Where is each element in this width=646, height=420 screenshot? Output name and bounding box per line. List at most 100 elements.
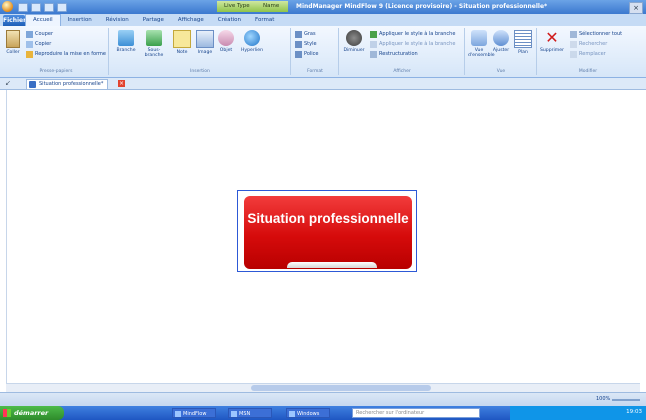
find-button[interactable]: Rechercher (570, 40, 607, 48)
clock: 19:03 (626, 409, 642, 415)
filter-icon (346, 30, 362, 46)
tab-format[interactable]: Format (248, 15, 281, 26)
paintbrush-icon (26, 50, 33, 58)
scrollbar-thumb[interactable] (251, 385, 431, 391)
find-icon (570, 40, 577, 48)
window-title: MindManager MindFlow 9 (Licence provisoi… (296, 3, 548, 10)
app-orb-icon[interactable] (2, 1, 13, 12)
mindflow-icon (175, 411, 181, 417)
style-button[interactable]: Style (295, 40, 317, 48)
clipboard-icon (6, 30, 20, 48)
tab-insert[interactable]: Insertion (61, 15, 99, 26)
restructure-button[interactable]: Restructuration (370, 50, 418, 58)
topic-icon (118, 30, 134, 46)
tab-review[interactable]: Révision (99, 15, 136, 26)
style-icon (295, 40, 302, 48)
cut-button[interactable]: Couper (26, 30, 53, 38)
apply-style-branch-button[interactable]: Appliquer le style à la branche (370, 30, 455, 38)
topic-button[interactable]: Branche (114, 30, 138, 53)
group-label-editing: Modifier (578, 69, 598, 74)
copy-button[interactable]: Copier (26, 40, 51, 48)
paste-button[interactable]: Coller (4, 30, 22, 55)
hyperlink-button[interactable]: Hyperlien (238, 30, 266, 53)
group-format: Gras Style Police Format (292, 28, 339, 75)
group-view: Vue d'ensemble Ajuster Plan Vue (466, 28, 537, 75)
font-icon (295, 50, 302, 58)
tab-view[interactable]: Affichage (171, 15, 211, 26)
system-tray: 19:03 (510, 406, 646, 420)
tab-share[interactable]: Partage (136, 15, 171, 26)
group-focus: Diminuer Appliquer le style à la branche… (340, 28, 465, 75)
quick-access-toolbar (18, 3, 67, 12)
central-topic-bottom-tab (287, 262, 377, 268)
branch-style-icon (370, 30, 377, 38)
document-tab-strip: ↙ Situation professionnelle* × (0, 78, 646, 90)
outline-icon (514, 30, 532, 48)
replace-icon (570, 50, 577, 58)
overview-icon (471, 30, 487, 46)
redo-icon[interactable] (44, 3, 54, 12)
contextual-tab-name[interactable]: Name (256, 1, 288, 12)
branch-style-icon-2 (370, 40, 377, 48)
undo-icon[interactable] (31, 3, 41, 12)
tab-file[interactable]: Fichier (3, 15, 26, 26)
fit-icon (493, 30, 509, 46)
taskbar-item-windows[interactable]: Windows (286, 408, 330, 418)
image-button[interactable]: Image (194, 30, 216, 55)
restructure-icon (370, 50, 377, 58)
group-label-clipboard: Presse-papiers (39, 69, 73, 74)
delete-button[interactable]: ✕ Supprimer (538, 28, 566, 54)
group-label-format: Format (307, 69, 323, 74)
select-all-icon (570, 30, 577, 38)
status-bar: 100% (0, 392, 646, 407)
bold-button[interactable]: Gras (295, 30, 316, 38)
group-editing: ✕ Supprimer Sélectionner tout Rechercher… (538, 28, 638, 75)
fit-button[interactable]: Ajuster (490, 30, 512, 53)
tab-design[interactable]: Création (211, 15, 248, 26)
globe-icon (244, 30, 260, 46)
map-canvas[interactable]: Situation professionnelle (6, 90, 641, 383)
ribbon-body: Coller Couper Copier Reproduire la mise … (0, 26, 646, 78)
zoom-slider[interactable] (612, 399, 640, 401)
zoom-level: 100% (596, 396, 611, 402)
tab-scroll-arrow-icon[interactable]: ↙ (5, 79, 11, 87)
object-icon (218, 30, 234, 46)
apply-style-branch-button-2[interactable]: Appliquer le style à la branche (370, 40, 455, 48)
windows-flag-icon (3, 409, 11, 417)
contextual-tab-live-type[interactable]: Live Type (217, 1, 257, 12)
taskbar-search-input[interactable]: Rechercher sur l'ordinateur (352, 408, 480, 418)
print-icon[interactable] (57, 3, 67, 12)
outline-button[interactable]: Plan (512, 30, 534, 55)
document-tab-close-button[interactable]: × (118, 80, 125, 87)
notes-icon (173, 30, 191, 48)
group-label-view: Vue (496, 69, 506, 74)
start-button[interactable]: démarrer (0, 406, 64, 420)
group-label-insert: Insertion (190, 69, 210, 74)
taskbar-item-mindflow[interactable]: MindFlow (172, 408, 216, 418)
format-painter-button[interactable]: Reproduire la mise en forme (26, 50, 106, 58)
delete-x-icon: ✕ (545, 28, 559, 47)
notes-button[interactable]: Note (172, 30, 192, 55)
group-insert: Branche Sous-branche Note Image Objet Hy… (110, 28, 291, 75)
map-document-icon (29, 81, 36, 88)
tab-home[interactable]: Accueil (25, 14, 61, 26)
central-topic[interactable]: Situation professionnelle (244, 196, 412, 269)
group-label-focus: Afficher (393, 69, 411, 74)
window-close-button[interactable]: × (629, 2, 643, 14)
group-clipboard: Coller Couper Copier Reproduire la mise … (4, 28, 109, 75)
select-all-button[interactable]: Sélectionner tout (570, 30, 622, 38)
font-button[interactable]: Police (295, 50, 319, 58)
save-icon[interactable] (18, 3, 28, 12)
subtopic-button[interactable]: Sous-branche (142, 30, 166, 58)
image-icon (196, 30, 214, 48)
overview-button[interactable]: Vue d'ensemble (468, 30, 495, 58)
bold-icon (295, 30, 302, 38)
decrease-button[interactable]: Diminuer (342, 30, 366, 53)
title-bar: Live Type Name MindManager MindFlow 9 (L… (0, 0, 646, 14)
taskbar: démarrer MindFlow MSN Windows Rechercher… (0, 406, 646, 420)
taskbar-item-msn[interactable]: MSN (228, 408, 272, 418)
object-button[interactable]: Objet (216, 30, 236, 53)
copy-icon (26, 40, 33, 48)
document-tab[interactable]: Situation professionnelle* (26, 79, 109, 89)
replace-button[interactable]: Remplacer (570, 50, 606, 58)
